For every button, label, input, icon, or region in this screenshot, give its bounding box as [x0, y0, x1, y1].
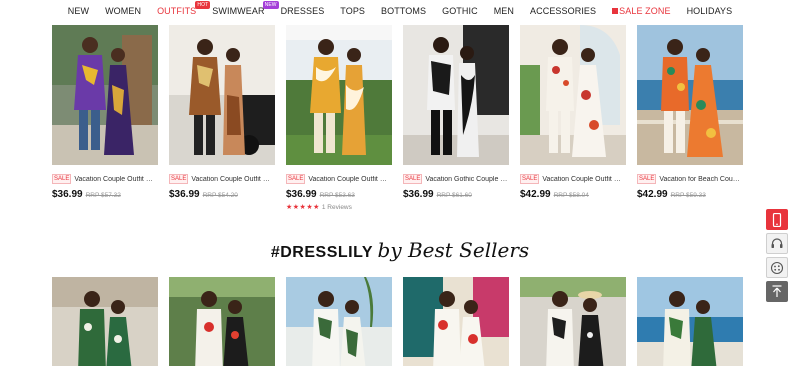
product-card[interactable]: SALE Vacation Couple Outfit Matching Set…	[169, 25, 275, 211]
nav-sale-zone[interactable]: SALE ZONE	[604, 6, 678, 16]
sale-tag-icon	[612, 8, 619, 14]
nav-bottoms[interactable]: BOTTOMS	[373, 6, 434, 16]
sale-tag: SALE	[286, 174, 306, 184]
headset-icon	[771, 238, 783, 248]
price-row: $42.99 RRP $58.04	[520, 189, 626, 200]
nav-label: SALE ZONE	[619, 6, 671, 16]
star-rating-icon: ★★★★★	[286, 204, 320, 211]
product-image[interactable]	[403, 25, 509, 165]
product-title[interactable]: Vacation Gothic Couple Matching Set	[425, 176, 509, 183]
nav-label: HOLIDAYS	[686, 6, 733, 16]
nav-label: TOPS	[340, 6, 366, 16]
top-nav: NEW WOMEN OUTFITS HOT SWIMWEAR NEW DRESSES…	[0, 0, 800, 22]
product-image[interactable]	[403, 277, 509, 366]
bestsellers-grid	[52, 277, 743, 366]
product-rrp: RRP $54.20	[202, 192, 238, 199]
product-card[interactable]: SALE Vacation Couple Outfit Matching Set…	[286, 25, 392, 211]
product-image[interactable]	[637, 277, 743, 366]
product-title[interactable]: Vacation Couple Outfit Matching Set	[308, 176, 392, 183]
product-title-row[interactable]: SALE Vacation Couple Outfit Matching Set	[286, 174, 392, 184]
product-title-row[interactable]: SALE Vacation for Beach Couple Matching …	[637, 174, 743, 184]
nav-label: WOMEN	[105, 6, 142, 16]
nav-new[interactable]: NEW	[60, 6, 97, 16]
product-grid: SALE Vacation Couple Outfit Matching Set…	[52, 25, 743, 211]
product-image[interactable]	[520, 25, 626, 165]
product-image[interactable]	[169, 25, 275, 165]
review-count[interactable]: 1 Reviews	[322, 204, 352, 211]
bestsellers-tagline: by Best Sellers	[377, 238, 530, 262]
nav-swimwear[interactable]: SWIMWEAR NEW	[204, 1, 279, 16]
nav-label: OUTFITS	[157, 6, 197, 16]
bestsellers-heading: #DRESSLILY by Best Sellers	[0, 238, 800, 262]
nav-holidays[interactable]: HOLIDAYS	[679, 6, 741, 16]
phone-app-button[interactable]	[766, 209, 788, 230]
product-image[interactable]	[169, 277, 275, 366]
price-row: $36.99 RRP $61.60	[403, 189, 509, 200]
sale-tag: SALE	[169, 174, 189, 184]
product-rrp: RRP $58.04	[553, 192, 589, 199]
product-image[interactable]	[286, 277, 392, 366]
sale-tag: SALE	[637, 174, 657, 184]
product-image[interactable]	[286, 25, 392, 165]
nav-accessories[interactable]: ACCESSORIES	[522, 6, 604, 16]
sale-tag: SALE	[52, 174, 72, 184]
product-price: $42.99	[520, 189, 551, 200]
product-price: $36.99	[52, 189, 83, 200]
chat-icon	[770, 261, 784, 274]
product-rrp: RRP $61.60	[436, 192, 472, 199]
product-image[interactable]	[637, 25, 743, 165]
nav-gothic[interactable]: GOTHIC	[434, 6, 486, 16]
product-title-row[interactable]: SALE Vacation Couple Outfit Matching Set	[169, 174, 275, 184]
product-price: $42.99	[637, 189, 668, 200]
product-card[interactable]: SALE Vacation for Beach Couple Matching …	[637, 25, 743, 211]
brand-name: #DRESSLILY	[270, 244, 374, 261]
nav-label: ACCESSORIES	[530, 6, 597, 16]
price-row: $42.99 RRP $59.33	[637, 189, 743, 200]
nav-tops[interactable]: TOPS	[332, 6, 373, 16]
back-to-top-icon	[772, 285, 782, 297]
product-price: $36.99	[403, 189, 434, 200]
product-price: $36.99	[286, 189, 317, 200]
floating-toolbar	[766, 209, 788, 302]
product-card[interactable]: SALE Vacation Gothic Couple Matching Set…	[403, 25, 509, 211]
nav-label: SWIMWEAR	[212, 6, 265, 16]
phone-icon	[772, 212, 782, 227]
product-title[interactable]: Vacation Couple Outfit Matching Set	[74, 176, 158, 183]
price-row: $36.99 RRP $54.20	[169, 189, 275, 200]
product-image[interactable]	[52, 277, 158, 366]
product-rating[interactable]: ★★★★★ 1 Reviews	[286, 203, 392, 212]
chat-button[interactable]	[766, 257, 788, 278]
nav-label: BOTTOMS	[381, 6, 427, 16]
nav-men[interactable]: MEN	[486, 6, 522, 16]
nav-label: MEN	[493, 6, 515, 16]
sale-tag: SALE	[403, 174, 423, 184]
product-rrp: RRP $57.32	[85, 192, 121, 199]
nav-dresses[interactable]: DRESSES	[273, 6, 333, 16]
product-card[interactable]: SALE Vacation Couple Outfit Matching Set…	[520, 25, 626, 211]
price-row: $36.99 RRP $57.32	[52, 189, 158, 200]
product-price: $36.99	[169, 189, 200, 200]
product-rrp: RRP $59.33	[670, 192, 706, 199]
product-title-row[interactable]: SALE Vacation Couple Outfit Matching Set	[52, 174, 158, 184]
price-row: $36.99 RRP $53.63	[286, 189, 392, 200]
product-title-row[interactable]: SALE Vacation Couple Outfit Matching Set	[520, 174, 626, 184]
product-card[interactable]: SALE Vacation Couple Outfit Matching Set…	[52, 25, 158, 211]
product-image[interactable]	[52, 25, 158, 165]
product-title-row[interactable]: SALE Vacation Gothic Couple Matching Set	[403, 174, 509, 184]
nav-women[interactable]: WOMEN	[97, 6, 149, 16]
product-title[interactable]: Vacation Couple Outfit Matching Set	[542, 176, 626, 183]
customer-service-button[interactable]	[766, 233, 788, 254]
product-image[interactable]	[520, 277, 626, 366]
nav-label: DRESSES	[280, 6, 325, 16]
nav-outfits[interactable]: OUTFITS HOT	[149, 1, 211, 16]
back-to-top-button[interactable]	[766, 281, 788, 302]
nav-label: NEW	[67, 6, 90, 16]
product-rrp: RRP $53.63	[319, 192, 355, 199]
product-title[interactable]: Vacation for Beach Couple Matching Set	[659, 176, 743, 183]
product-title[interactable]: Vacation Couple Outfit Matching Set	[191, 176, 275, 183]
nav-label: GOTHIC	[442, 6, 478, 16]
sale-tag: SALE	[520, 174, 540, 184]
